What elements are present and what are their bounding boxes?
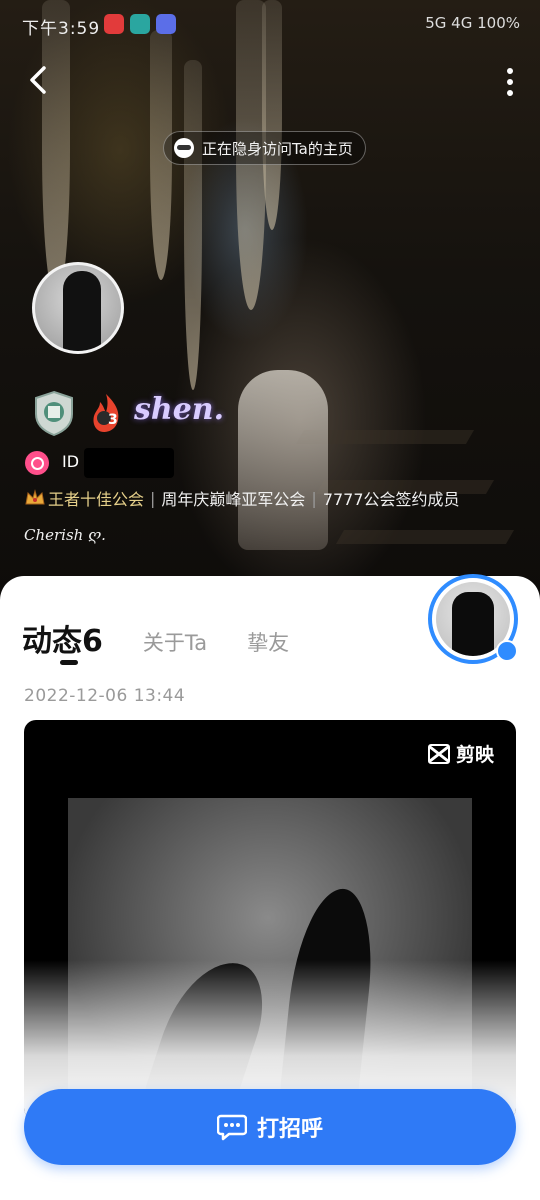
user-avatar[interactable] bbox=[32, 262, 124, 354]
more-vertical-icon bbox=[507, 68, 513, 96]
guild-secondary: 周年庆巅峰亚军公会 bbox=[161, 490, 306, 509]
tab-close-friends[interactable]: 挚友 bbox=[247, 627, 289, 660]
cover-decoration bbox=[184, 60, 202, 390]
fire-level-icon bbox=[93, 394, 119, 432]
divider: | bbox=[311, 488, 317, 508]
divider: | bbox=[150, 488, 156, 508]
level-number: 3 bbox=[108, 412, 118, 428]
user-id-label[interactable]: ID bbox=[62, 452, 79, 471]
shield-badge-icon[interactable] bbox=[32, 390, 76, 436]
level-badge[interactable]: 3 bbox=[88, 392, 124, 434]
active-tab-indicator bbox=[60, 660, 78, 665]
crown-icon bbox=[25, 489, 45, 505]
incognito-banner: 正在隐身访问Ta的主页 bbox=[163, 131, 366, 165]
status-right: 5G 4G 100% bbox=[425, 14, 520, 32]
guild-primary: 王者十佳公会 bbox=[48, 490, 145, 509]
notification-icons bbox=[104, 14, 176, 34]
capcut-logo-icon bbox=[427, 743, 450, 764]
post-date: 2022-12-06 13:44 bbox=[24, 686, 186, 706]
app-notification-icon bbox=[104, 14, 124, 34]
cover-figure bbox=[238, 370, 328, 550]
app-notification-icon bbox=[130, 14, 150, 34]
status-time: 下午3:59 bbox=[22, 19, 101, 39]
greet-button[interactable]: 打招呼 bbox=[24, 1089, 516, 1165]
user-id-redacted bbox=[84, 448, 174, 478]
back-button[interactable] bbox=[22, 62, 58, 98]
status-bar: 下午3:59 5G 4G 100% bbox=[0, 0, 540, 50]
tab-moments[interactable]: 动态6 bbox=[22, 616, 103, 660]
guild-tertiary: 7777公会签约成员 bbox=[322, 490, 460, 509]
incognito-text: 正在隐身访问Ta的主页 bbox=[202, 139, 353, 158]
greet-label: 打招呼 bbox=[256, 1117, 323, 1142]
back-arrow-icon bbox=[30, 66, 46, 94]
app-notification-icon bbox=[156, 14, 176, 34]
signature: Cherish ღ. bbox=[24, 526, 106, 544]
capcut-watermark: 剪映 bbox=[427, 740, 494, 767]
tab-about[interactable]: 关于Ta bbox=[143, 627, 207, 660]
cover-decoration bbox=[335, 530, 515, 544]
incognito-icon bbox=[174, 138, 194, 158]
chat-bubble-icon bbox=[216, 1114, 247, 1141]
more-button[interactable] bbox=[498, 64, 522, 100]
guild-tags[interactable]: 王者十佳公会 | 周年庆巅峰亚军公会 | 7777公会签约成员 bbox=[24, 486, 460, 510]
nickname: shen. bbox=[134, 392, 225, 427]
profile-tabs: 动态6 关于Ta 挚友 bbox=[22, 616, 289, 660]
post-video[interactable]: 剪映 bbox=[24, 720, 516, 1120]
link-icon bbox=[496, 640, 518, 662]
female-gender-icon bbox=[25, 451, 49, 475]
